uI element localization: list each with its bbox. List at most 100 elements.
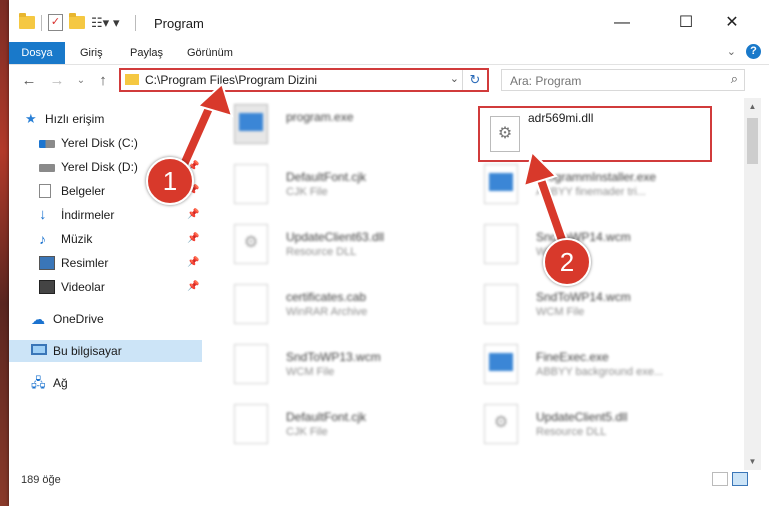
step-badge-2: 2: [543, 238, 591, 286]
file-item[interactable]: ⚙ UpdateClient63.dll Resource DLL: [214, 220, 454, 270]
file-item[interactable]: ⚙ UpdateClient5.dll Resource DLL: [464, 400, 704, 450]
address-path[interactable]: C:\Program Files\Program Dizini: [145, 73, 317, 87]
exe-file-icon: [484, 344, 518, 384]
back-arrow-icon[interactable]: ←: [19, 70, 39, 92]
file-name: SndToWP14.wcm: [536, 290, 631, 304]
file-name: DefaultFont.cjk: [286, 410, 367, 424]
pin-icon[interactable]: 📌: [187, 252, 199, 274]
details-view-icon[interactable]: [712, 472, 728, 486]
file-icon: [234, 164, 268, 204]
file-icon: [234, 344, 268, 384]
tab-file[interactable]: Dosya: [9, 42, 65, 64]
properties-check-icon[interactable]: ✓: [48, 14, 63, 31]
maximize-button[interactable]: ☐: [663, 8, 709, 38]
sidebar-item-music[interactable]: ♪ Müzik 📌: [9, 228, 204, 250]
pin-icon[interactable]: 📌: [187, 276, 199, 298]
highlighted-file-item[interactable]: ⚙ adr569mi.dll: [478, 106, 712, 162]
toolbar-divider: [41, 14, 42, 31]
item-count: 189 öğe: [21, 474, 61, 486]
vertical-scrollbar[interactable]: ▲ ▼: [744, 98, 761, 470]
refresh-icon[interactable]: ↻: [462, 70, 487, 90]
expand-ribbon-icon[interactable]: ⌄: [727, 45, 736, 58]
ribbon-controls: ⌄ ?: [727, 44, 761, 59]
scroll-up-icon[interactable]: ▲: [744, 98, 761, 115]
address-dropdown-chevron-icon[interactable]: ⌄: [450, 72, 459, 85]
explorer-window: ✓ ☷▾ ▾ Program — ☐ ✕ Dosya Giriş Paylaş …: [9, 0, 769, 506]
status-bar: 189 öğe: [9, 470, 769, 506]
file-icon: [484, 224, 518, 264]
file-item[interactable]: FineExec.exe ABBYY background exe...: [464, 340, 704, 390]
file-item[interactable]: DefaultFont.cjk CJK File: [214, 400, 454, 450]
file-type: WCM File: [286, 366, 335, 378]
toolbar-dropdown-icon[interactable]: ▾: [113, 15, 129, 30]
pictures-icon: [39, 256, 55, 270]
sidebar-item-downloads[interactable]: ↓ İndirmeler 📌: [9, 204, 204, 226]
sidebar-item-label: Müzik: [61, 232, 93, 246]
file-item[interactable]: certificates.cab WinRAR Archive: [214, 280, 454, 330]
star-icon: ★: [25, 111, 37, 126]
pin-icon[interactable]: 📌: [187, 132, 199, 154]
address-bar[interactable]: C:\Program Files\Program Dizini ⌄ ↻: [119, 68, 489, 92]
search-box[interactable]: ⌕: [501, 69, 745, 91]
pin-icon[interactable]: 📌: [187, 204, 199, 226]
scroll-down-icon[interactable]: ▼: [744, 453, 761, 470]
search-input[interactable]: [508, 71, 712, 91]
exe-file-icon: [234, 104, 268, 144]
dll-gear-icon: ⚙: [490, 116, 520, 152]
new-folder-icon[interactable]: [69, 13, 85, 29]
help-icon[interactable]: ?: [746, 44, 761, 59]
file-item[interactable]: DefaultFont.cjk CJK File: [214, 160, 454, 210]
quick-access-toolbar: ✓ ☷▾ ▾: [19, 13, 136, 31]
navigation-bar: ← → ⌄ ↑ C:\Program Files\Program Dizini …: [9, 66, 769, 96]
file-type: ABBYY background exe...: [536, 366, 663, 378]
file-item[interactable]: ProgrammInstaller.exe ABBYY finemader tr…: [464, 160, 704, 210]
up-arrow-icon[interactable]: ↑: [93, 70, 113, 92]
sidebar-item-local-disk-c[interactable]: Yerel Disk (C:) 📌: [9, 132, 204, 154]
disk-icon: [39, 140, 55, 148]
sidebar-item-label: Resimler: [61, 256, 109, 270]
file-icon: [234, 404, 268, 444]
gear-icon: ⚙: [484, 404, 518, 444]
archive-icon: [234, 284, 268, 324]
folder-icon: [19, 13, 35, 29]
file-item[interactable]: SndToWP14.wcm WCM File: [464, 280, 704, 330]
forward-arrow-icon[interactable]: →: [47, 70, 67, 92]
sidebar-item-label: OneDrive: [53, 312, 104, 326]
videos-icon: [39, 280, 55, 294]
navigation-pane: ★ Hızlı erişim Yerel Disk (C:) 📌 Yerel D…: [9, 100, 204, 460]
file-name: ProgrammInstaller.exe: [536, 170, 657, 184]
file-type: ABBYY finemader tri...: [536, 186, 646, 198]
search-icon[interactable]: ⌕: [731, 71, 738, 87]
close-button[interactable]: ✕: [709, 8, 755, 38]
file-name: UpdateClient63.dll: [286, 230, 385, 244]
scrollbar-thumb[interactable]: [747, 118, 758, 164]
file-name: certificates.cab: [286, 290, 367, 304]
file-name: SndToWP13.wcm: [286, 350, 381, 364]
customize-toolbar-icon[interactable]: ☷▾: [91, 15, 109, 30]
file-name: SndToWP14.wcm: [536, 230, 631, 244]
sidebar-item-videos[interactable]: Videolar 📌: [9, 276, 204, 298]
sidebar-item-pictures[interactable]: Resimler 📌: [9, 252, 204, 274]
pin-icon[interactable]: 📌: [187, 228, 199, 250]
sidebar-item-network[interactable]: 🖧 Ağ: [9, 372, 204, 394]
sidebar-item-onedrive[interactable]: ☁ OneDrive: [9, 308, 204, 330]
step-badge-1: 1: [146, 157, 194, 205]
file-name: program.exe: [286, 110, 354, 124]
tab-view[interactable]: Görünüm: [187, 42, 233, 64]
toolbar-divider: [135, 14, 136, 31]
sidebar-item-label: İndirmeler: [61, 208, 115, 222]
sidebar-item-label: Yerel Disk (D:): [61, 160, 138, 174]
large-icons-view-icon[interactable]: [732, 472, 748, 486]
recent-locations-chevron-icon[interactable]: ⌄: [71, 70, 91, 92]
tab-share[interactable]: Paylaş: [130, 42, 163, 64]
sidebar-item-quick-access[interactable]: ★ Hızlı erişim: [9, 108, 204, 130]
file-type: Resource DLL: [286, 246, 357, 258]
window-title: Program: [154, 16, 204, 31]
tab-home[interactable]: Giriş: [80, 42, 103, 64]
file-item[interactable]: program.exe: [214, 100, 454, 150]
sidebar-item-this-pc[interactable]: Bu bilgisayar: [9, 340, 202, 362]
file-item[interactable]: SndToWP13.wcm WCM File: [214, 340, 454, 390]
file-type: CJK File: [286, 426, 328, 438]
minimize-button[interactable]: —: [599, 8, 645, 38]
network-icon: 🖧: [31, 375, 46, 390]
